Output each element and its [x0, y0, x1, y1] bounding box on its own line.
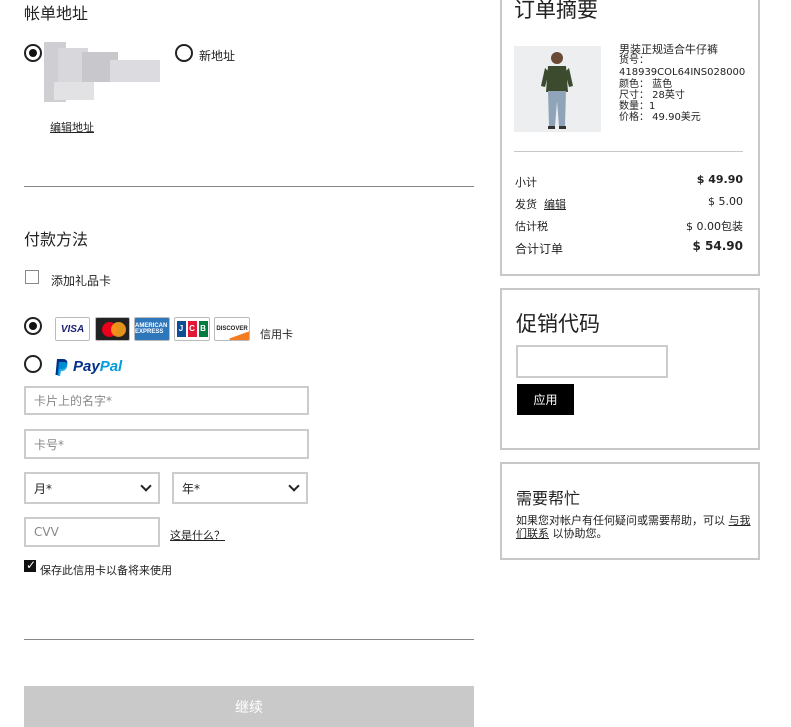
year-select-value: 年*	[182, 481, 201, 496]
section-divider	[24, 186, 474, 187]
year-select[interactable]: 年*	[172, 472, 308, 504]
summary-divider	[514, 151, 743, 152]
amex-icon: AMERICAN EXPRESS	[134, 317, 170, 341]
chevron-down-icon	[140, 480, 152, 492]
jcb-icon: JCB	[174, 317, 210, 341]
paypal-logo: PayPal	[73, 358, 123, 375]
month-select[interactable]: 月*	[24, 472, 160, 504]
card-name-input[interactable]: 卡片上的名字*	[24, 386, 309, 415]
tax-value: $ 0.00包装	[686, 220, 743, 233]
save-card-checkbox[interactable]	[24, 558, 36, 572]
gift-card-label: 添加礼品卡	[51, 274, 112, 288]
help-text-start: 如果您对帐户有任何疑问或需要帮助，可以	[516, 514, 725, 527]
product-image	[514, 46, 601, 132]
card-number-input[interactable]: 卡号*	[24, 429, 309, 459]
apply-button[interactable]: 应用	[517, 384, 574, 415]
order-summary-title: 订单摘要	[514, 0, 598, 22]
help-text: 如果您对帐户有任何疑问或需要帮助，可以 与我们联系 以协助您。	[516, 514, 751, 540]
help-panel	[500, 462, 760, 560]
cvv-input[interactable]: CVV	[24, 517, 160, 547]
shipping-edit-link[interactable]: 编辑	[544, 196, 566, 212]
product-name: 男装正规适合牛仔裤	[619, 43, 718, 56]
section-divider	[24, 639, 474, 640]
shipping-label: 发货	[515, 198, 537, 211]
product-price: 价格： 49.90美元	[619, 112, 701, 123]
product-sku: 418939COL64INS028000	[619, 67, 746, 78]
new-address-radio[interactable]	[175, 44, 193, 62]
help-text-end: 以协助您。	[552, 527, 608, 540]
what-is-this-link[interactable]: 这是什么？	[170, 527, 225, 543]
billing-title: 帐单地址	[24, 4, 89, 23]
shipping-value: $ 5.00	[708, 195, 743, 208]
order-summary-panel	[500, 0, 760, 276]
credit-card-label: 信用卡	[260, 328, 293, 341]
continue-button[interactable]: 继续	[24, 686, 474, 727]
new-address-label: 新地址	[199, 49, 236, 63]
total-label: 合计订单	[515, 242, 564, 256]
payment-title: 付款方法	[24, 230, 89, 249]
tax-label: 估计税	[515, 220, 548, 233]
saved-address-blurred	[44, 42, 164, 102]
promo-title: 促销代码	[516, 312, 600, 336]
discover-icon: DISCOVER	[214, 317, 250, 341]
gift-card-checkbox[interactable]	[25, 270, 39, 284]
total-value: $ 54.90	[692, 239, 743, 253]
credit-card-radio[interactable]	[24, 317, 42, 335]
mastercard-icon	[95, 317, 130, 341]
edit-address-link[interactable]: 编辑地址	[50, 119, 94, 135]
paypal-radio[interactable]	[24, 355, 42, 373]
help-title: 需要帮忙	[516, 489, 581, 508]
paypal-icon	[55, 359, 68, 376]
save-card-label: 保存此信用卡以备将来使用	[40, 564, 172, 577]
saved-address-radio[interactable]	[24, 44, 42, 62]
month-select-value: 月*	[34, 481, 53, 496]
chevron-down-icon	[288, 480, 300, 492]
promo-code-input[interactable]	[516, 345, 668, 378]
product-sku-label: 货号：	[619, 55, 649, 66]
subtotal-label: 小计	[515, 176, 537, 189]
subtotal-value: $ 49.90	[696, 173, 743, 186]
visa-icon: VISA	[55, 317, 90, 341]
